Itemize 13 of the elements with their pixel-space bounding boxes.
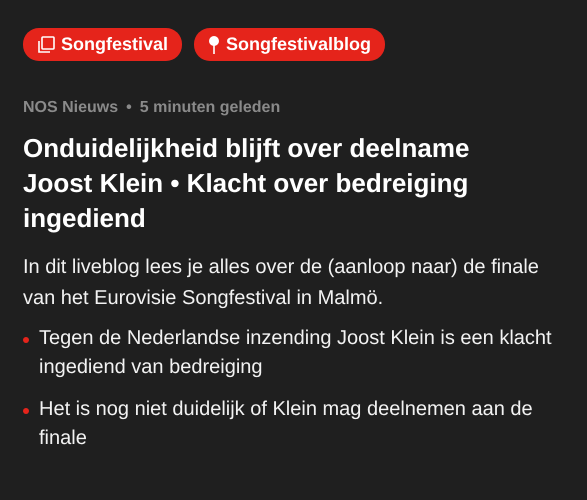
time-label: 5 minuten geleden <box>140 99 280 117</box>
intro-text: In dit liveblog lees je alles over de (aanloop naar) de finale van het Eurovisie Songfestival in Malmö. <box>23 255 540 311</box>
pin-icon <box>208 34 220 54</box>
separator: • <box>126 99 132 117</box>
source-label: NOS Nieuws <box>23 99 118 117</box>
bullet-text: Tegen de Nederlandse inzending Joost Klein is een klacht ingediend van bedreiging <box>39 326 553 380</box>
headline: Onduidelijkheid blijft over deelname Joost Klein • Klacht over bedreiging ingediend <box>23 132 470 235</box>
bullet-dot <box>23 408 29 414</box>
tag-button[interactable]: Songfestivalblog <box>194 28 386 61</box>
bullet-dot <box>23 337 29 343</box>
pages-icon <box>37 36 55 54</box>
bullet-text: Het is nog niet duidelijk of Klein mag deelnemen aan de finale <box>39 397 534 451</box>
tag-button[interactable]: Songfestival <box>23 28 182 61</box>
